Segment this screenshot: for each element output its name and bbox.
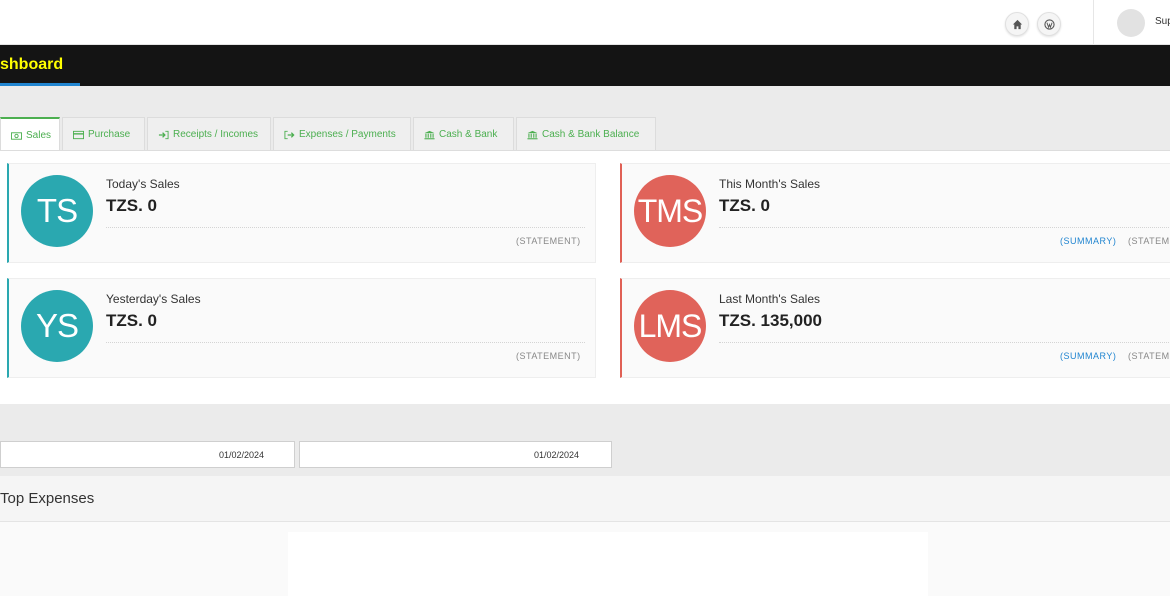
bank-icon [424, 130, 435, 139]
tab-label: Cash & Bank [439, 129, 498, 140]
card-separator [719, 227, 1169, 228]
tab-label: Receipts / Incomes [173, 129, 259, 140]
from-date-input[interactable]: 01/02/2024 [0, 441, 295, 468]
tab-cash-bank-balance[interactable]: Cash & Bank Balance [516, 117, 656, 151]
card-label: This Month's Sales [719, 177, 820, 191]
card-separator [106, 227, 585, 228]
sales-panel: TS Today's Sales TZS. 0 (STATEMENT) TMS … [0, 150, 1170, 404]
sign-out-icon [284, 130, 295, 139]
statement-link[interactable]: (STATEMENT) [516, 236, 581, 246]
statement-link[interactable]: (STATEMENT) [516, 351, 581, 361]
card-value: TZS. 0 [719, 196, 771, 215]
to-date-value: 01/02/2024 [534, 449, 580, 460]
statement-link[interactable]: (STATEM [1128, 236, 1170, 246]
card-label: Today's Sales [106, 177, 180, 191]
money-icon [11, 131, 22, 140]
last-months-sales-badge: LMS [634, 290, 706, 362]
card-label: Yesterday's Sales [106, 292, 201, 306]
tab-purchase[interactable]: Purchase [62, 117, 145, 151]
this-months-sales-card: TMS This Month's Sales TZS. 0 (SUMMARY) … [620, 163, 1170, 263]
top-navbar: Sup [0, 0, 1170, 45]
todays-sales-card: TS Today's Sales TZS. 0 (STATEMENT) [7, 163, 596, 263]
tab-receipts-incomes[interactable]: Receipts / Incomes [147, 117, 271, 151]
this-months-sales-badge: TMS [634, 175, 706, 247]
credit-card-icon [73, 130, 84, 139]
card-value: TZS. 135,000 [719, 311, 823, 330]
username-label[interactable]: Sup [1155, 16, 1170, 27]
summary-link[interactable]: (SUMMARY) [1060, 351, 1116, 361]
top-expenses-panel: Top Expenses [0, 476, 1170, 596]
yesterdays-sales-card: YS Yesterday's Sales TZS. 0 (STATEMENT) [7, 278, 596, 378]
from-date-value: 01/02/2024 [219, 449, 265, 460]
tab-label: Sales [26, 130, 52, 141]
yesterdays-sales-badge: YS [21, 290, 93, 362]
tab-expenses-payments[interactable]: Expenses / Payments [273, 117, 411, 151]
topbar-divider [1093, 0, 1094, 45]
todays-sales-badge: TS [21, 175, 93, 247]
bank-icon [527, 130, 538, 139]
wordpress-icon[interactable] [1037, 12, 1061, 36]
home-icon[interactable] [1005, 12, 1029, 36]
top-expenses-chart-area [288, 532, 928, 596]
card-label: Last Month's Sales [719, 292, 821, 306]
sign-in-icon [158, 130, 169, 139]
last-months-sales-card: LMS Last Month's Sales TZS. 135,000 (SUM… [620, 278, 1170, 378]
page-header: shboard [0, 45, 1170, 86]
card-separator [719, 342, 1169, 343]
statement-link[interactable]: (STATEM [1128, 351, 1170, 361]
tab-label: Cash & Bank Balance [542, 129, 640, 140]
summary-link[interactable]: (SUMMARY) [1060, 236, 1116, 246]
top-expenses-header: Top Expenses [0, 476, 1170, 522]
card-value: TZS. 0 [106, 196, 158, 215]
user-avatar[interactable] [1117, 9, 1145, 37]
title-underline [0, 83, 80, 86]
tab-cash-bank[interactable]: Cash & Bank [413, 117, 514, 151]
tab-label: Purchase [88, 129, 131, 140]
page-title: shboard [0, 56, 64, 73]
card-value: TZS. 0 [106, 311, 158, 330]
top-expenses-title: Top Expenses [0, 490, 95, 507]
card-separator [106, 342, 585, 343]
tab-sales[interactable]: Sales [0, 117, 60, 152]
tab-label: Expenses / Payments [299, 129, 396, 140]
to-date-input[interactable]: 01/02/2024 [299, 441, 612, 468]
